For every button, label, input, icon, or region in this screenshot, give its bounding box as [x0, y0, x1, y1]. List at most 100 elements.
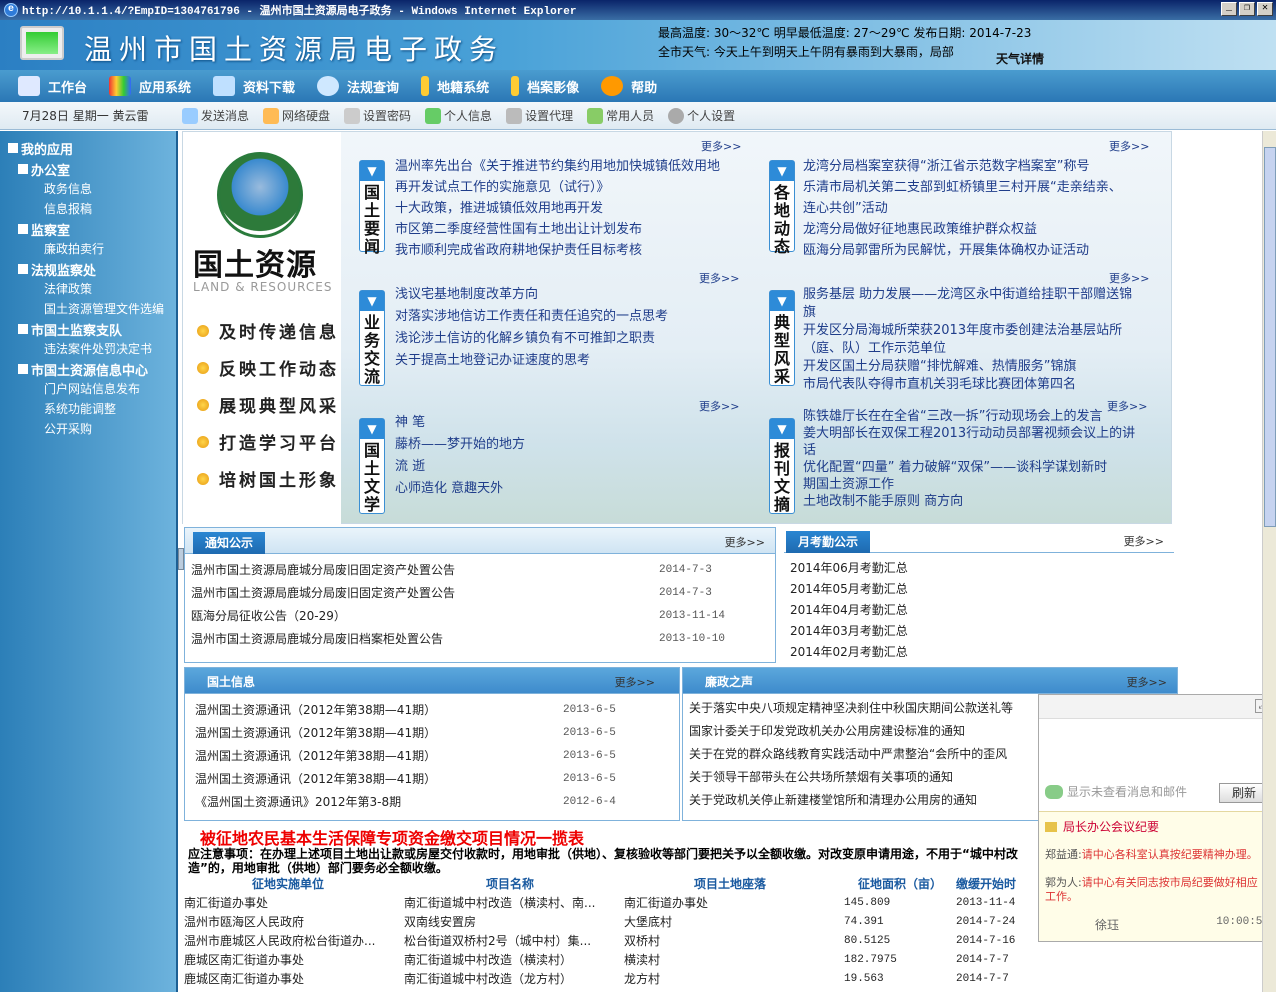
- news-item[interactable]: 关于提高土地登记办证速度的思考: [395, 350, 668, 372]
- more-link[interactable]: 更多>>: [1109, 138, 1149, 154]
- more-link[interactable]: 更多>>: [699, 270, 739, 286]
- list-item[interactable]: 温州国土资源通讯（2012年第38期—41期） 2013-6-5: [195, 767, 673, 790]
- news-item[interactable]: 开发区国土分局获赠“排忧解难、热情服务”锦旗: [803, 358, 1132, 376]
- news-item[interactable]: 神 笔: [395, 412, 525, 434]
- table-row[interactable]: 温州市鹿城区人民政府松台街道办... 松台街道双桥村2号（城中村）集... 双桥村 8…: [184, 931, 1044, 950]
- news-item[interactable]: 龙湾分局做好征地惠民政策维护群众权益: [803, 219, 1122, 240]
- personal-info-button[interactable]: 个人信息: [425, 107, 492, 124]
- news-item[interactable]: 话: [803, 442, 1135, 459]
- sidebar-group[interactable]: 办公室: [0, 159, 176, 179]
- set-proxy-button[interactable]: 设置代理: [506, 107, 573, 124]
- list-item[interactable]: 温州国土资源通讯（2012年第38期—41期） 2013-6-5: [195, 698, 673, 721]
- news-item[interactable]: 瓯海分局郭雷所为民解忧，开展集体确权办证活动: [803, 240, 1122, 261]
- minimize-button[interactable]: _: [1221, 2, 1237, 16]
- sidebar-item[interactable]: 法律政策: [0, 279, 176, 299]
- personal-settings-button[interactable]: 个人设置: [668, 107, 735, 124]
- news-item[interactable]: 浅论涉土信访的化解乡镇负有不可推卸之职责: [395, 328, 668, 350]
- news-item[interactable]: 乐清市局机关第二支部到虹桥镇里三村开展“走亲结亲、: [803, 177, 1122, 198]
- news-item[interactable]: 流 逝: [395, 456, 525, 478]
- sidebar-head[interactable]: 我的应用: [0, 137, 176, 159]
- close-button[interactable]: ✕: [1257, 2, 1273, 16]
- list-item[interactable]: 温州市国土资源局鹿城分局废旧档案柜处置公告 2013-10-10: [191, 627, 769, 650]
- sidebar-group[interactable]: 监察室: [0, 219, 176, 239]
- sidebar-item[interactable]: 廉政拍卖行: [0, 239, 176, 259]
- news-item[interactable]: 我市顺利完成省政府耕地保护责任目标考核: [395, 240, 720, 261]
- news-item[interactable]: 市区第二季度经营性国有土地出让计划发布: [395, 219, 720, 240]
- unread-messages-link[interactable]: 显示未查看消息和邮件: [1045, 783, 1187, 800]
- tab-yewu-jiaoliu[interactable]: ▼ 业务交流: [359, 290, 385, 386]
- news-item[interactable]: 市局代表队夺得市直机关羽毛球比赛团体第四名: [803, 376, 1132, 394]
- nav-archives[interactable]: 档案影像: [511, 76, 579, 96]
- scrollbar-thumb[interactable]: [1264, 147, 1276, 527]
- table-row[interactable]: 鹿城区南汇街道办事处 南汇街道城中村改造（横渎村） 横渎村 182.7975 2014-…: [184, 950, 1044, 969]
- news-item[interactable]: 旗: [803, 304, 1132, 322]
- more-link[interactable]: 更多>>: [1127, 674, 1167, 690]
- news-item[interactable]: 土地改制不能手原则 商方向: [803, 493, 1135, 510]
- news-item[interactable]: 再开发试点工作的实施意见（试行）》: [395, 177, 720, 198]
- nav-laws[interactable]: 法规查询: [317, 76, 399, 96]
- list-item[interactable]: 2014年02月考勤汇总: [790, 641, 1168, 662]
- sidebar-group[interactable]: 市国土资源信息中心: [0, 359, 176, 379]
- news-item[interactable]: 姜大明部长在双保工程2013行动动员部署视频会议上的讲: [803, 425, 1135, 442]
- nav-cadastre[interactable]: 地籍系统: [421, 76, 489, 96]
- table-row[interactable]: 温州市瓯海区人民政府 双南线安置房 大堡底村 74.391 2014-7-24: [184, 912, 1044, 931]
- table-row[interactable]: 鹿城区南汇街道办事处 南汇街道城中村改造（龙方村） 龙方村 19.563 2014-7-…: [184, 969, 1044, 988]
- weather-detail-link[interactable]: 天气详情: [996, 50, 1044, 67]
- page-scrollbar[interactable]: [1262, 131, 1276, 992]
- list-item[interactable]: 2014年05月考勤汇总: [790, 578, 1168, 599]
- more-link[interactable]: 更多>>: [615, 674, 655, 690]
- nav-help[interactable]: 帮助: [601, 76, 657, 96]
- list-item[interactable]: 2014年04月考勤汇总: [790, 599, 1168, 620]
- nav-workbench[interactable]: 工作台: [18, 76, 87, 96]
- more-link[interactable]: 更多>>: [699, 398, 739, 414]
- news-item[interactable]: 优化配置“四量” 着力破解“双保”——谈科学谋划新时: [803, 459, 1135, 476]
- list-item[interactable]: 《温州国土资源通讯》2012年第3-8期 2012-6-4: [195, 790, 673, 813]
- tab-guotu-yaowen[interactable]: ▼ 国土要闻: [359, 160, 385, 256]
- more-link[interactable]: 更多>>: [725, 534, 765, 550]
- nav-downloads[interactable]: 资料下载: [213, 76, 295, 96]
- news-item[interactable]: 服务基层 助力发展——龙湾区永中街道给挂职干部赠送锦: [803, 286, 1132, 304]
- sidebar-item[interactable]: 国土资源管理文件选编: [0, 299, 176, 319]
- sidebar-item[interactable]: 系统功能调整: [0, 399, 176, 419]
- news-item[interactable]: 心师造化 意趣天外: [395, 478, 525, 500]
- more-link[interactable]: 更多>>: [1109, 270, 1149, 286]
- sidebar-item[interactable]: 公开采购: [0, 419, 176, 439]
- nav-apps[interactable]: 应用系统: [109, 76, 191, 96]
- news-item[interactable]: 陈铁雄厅长在在全省“三改一拆”行动现场会上的发言: [803, 408, 1135, 425]
- tab-guotu-wenxue[interactable]: ▼ 国土文学: [359, 418, 385, 514]
- tab-gedi-dongtai[interactable]: ▼ 各地动态: [769, 160, 795, 256]
- send-message-button[interactable]: 发送消息: [182, 107, 249, 124]
- sidebar-item[interactable]: 信息报稿: [0, 199, 176, 219]
- list-item[interactable]: 温州国土资源通讯（2012年第38期—41期） 2013-6-5: [195, 744, 673, 767]
- memo-card[interactable]: 局长办公会议纪要 郑益通:请中心各科室认真按纪要精神办理。 郭为人:请中心有关同…: [1039, 811, 1275, 941]
- more-link[interactable]: 更多>>: [701, 138, 741, 154]
- sidebar-item[interactable]: 政务信息: [0, 179, 176, 199]
- common-people-button[interactable]: 常用人员: [587, 107, 654, 124]
- news-item[interactable]: 十大政策，推进城镇低效用地再开发: [395, 198, 720, 219]
- tab-dianxing-fengcai[interactable]: ▼ 典型风采: [769, 290, 795, 386]
- list-item[interactable]: 温州市国土资源局鹿城分局废旧固定资产处置公告 2014-7-3: [191, 558, 769, 581]
- net-disk-button[interactable]: 网络硬盘: [263, 107, 330, 124]
- news-item[interactable]: 龙湾分局档案室获得“浙江省示范数字档案室”称号: [803, 156, 1122, 177]
- news-item[interactable]: 期国土资源工作: [803, 476, 1135, 493]
- news-item[interactable]: 连心共创”活动: [803, 198, 1122, 219]
- news-item[interactable]: （庭、队）工作示范单位: [803, 340, 1132, 358]
- list-item[interactable]: 2014年03月考勤汇总: [790, 620, 1168, 641]
- sidebar-item[interactable]: 违法案件处罚决定书: [0, 339, 176, 359]
- table-row[interactable]: 南汇街道办事处 南汇街道城中村改造（横渎村、南... 南汇街道办事处 145.809 2…: [184, 893, 1044, 912]
- tab-baokan-wenzhai[interactable]: ▼ 报刊文摘: [769, 418, 795, 514]
- news-item[interactable]: 温州率先出台《关于推进节约集约用地加快城镇低效用地: [395, 156, 720, 177]
- list-item[interactable]: 温州市国土资源局鹿城分局废旧固定资产处置公告 2014-7-3: [191, 581, 769, 604]
- set-password-button[interactable]: 设置密码: [344, 107, 411, 124]
- news-item[interactable]: 对落实涉地信访工作责任和责任追究的一点思考: [395, 306, 668, 328]
- more-link[interactable]: 更多>>: [1124, 533, 1164, 549]
- sidebar-item[interactable]: 门户网站信息发布: [0, 379, 176, 399]
- restore-button[interactable]: ❐: [1239, 2, 1255, 16]
- memo-title[interactable]: 局长办公会议纪要: [1063, 818, 1159, 835]
- sidebar-group[interactable]: 市国土监察支队: [0, 319, 176, 339]
- news-item[interactable]: 浅议宅基地制度改革方向: [395, 284, 668, 306]
- list-item[interactable]: 温州国土资源通讯（2012年第38期—41期） 2013-6-5: [195, 721, 673, 744]
- news-item[interactable]: 藤桥——梦开始的地方: [395, 434, 525, 456]
- list-item[interactable]: 2014年06月考勤汇总: [790, 557, 1168, 578]
- list-item[interactable]: 瓯海分局征收公告（20-29） 2013-11-14: [191, 604, 769, 627]
